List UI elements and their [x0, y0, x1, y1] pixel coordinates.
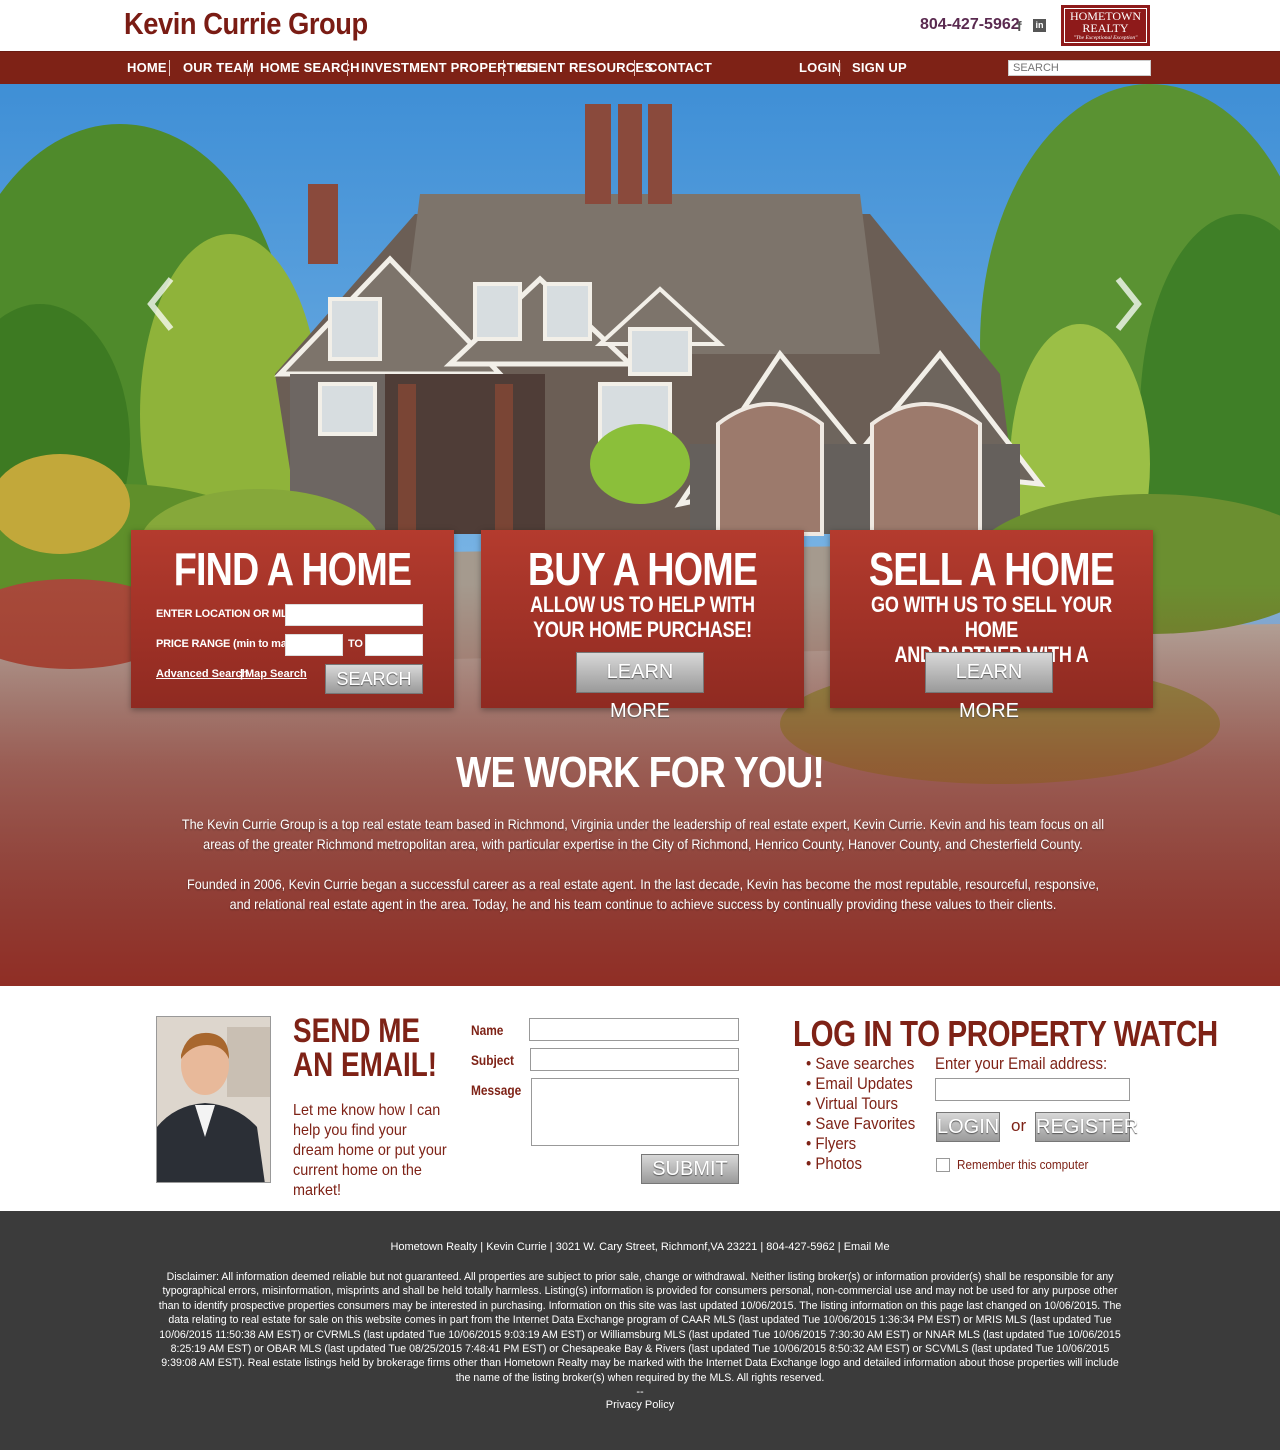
location-input[interactable] — [285, 604, 423, 626]
location-label: ENTER LOCATION OR MLS# — [156, 608, 301, 620]
nav-separator — [839, 60, 840, 76]
search-button[interactable]: SEARCH — [325, 664, 423, 694]
property-watch-login-button[interactable]: LOGIN — [936, 1112, 1000, 1142]
footer-dash: -- — [636, 1386, 644, 1398]
nav-home-search[interactable]: HOME SEARCH — [260, 60, 360, 75]
price-to-label: TO — [348, 638, 363, 650]
nav-separator — [347, 60, 348, 76]
about-paragraph-2: Founded in 2006, Kevin Currie began a su… — [187, 876, 1099, 912]
feature-item: • Flyers — [806, 1134, 857, 1153]
hero-slider: FIND A HOME ENTER LOCATION OR MLS# PRICE… — [0, 84, 1280, 986]
sell-learn-more-button[interactable]: LEARN MORE — [925, 652, 1053, 722]
link-separator: | — [240, 668, 243, 680]
logo-tagline: "The Exceptional Exception" — [1073, 35, 1138, 41]
feature-item: • Photos — [806, 1154, 862, 1173]
email-address-label: Enter your Email address: — [935, 1054, 1108, 1073]
submit-button[interactable]: SUBMIT — [641, 1154, 739, 1184]
nav-contact[interactable]: CONTACT — [648, 60, 712, 75]
feature-item: • Virtual Tours — [806, 1094, 899, 1113]
nav-home[interactable]: HOME — [127, 60, 167, 75]
we-work-for-you-heading: WE WORK FOR YOU! — [456, 748, 825, 797]
subject-input[interactable] — [530, 1048, 739, 1071]
site-search-input[interactable] — [1008, 60, 1151, 76]
nav-separator — [634, 60, 635, 76]
logo-line2: REALTY — [1082, 21, 1129, 35]
message-label: Message — [471, 1082, 522, 1098]
remember-computer-checkbox[interactable] — [936, 1158, 950, 1172]
sell-home-title: SELL A HOME — [868, 543, 1115, 595]
or-label: or — [1011, 1116, 1027, 1135]
property-watch-email-input[interactable] — [935, 1078, 1130, 1101]
privacy-policy-link[interactable]: Privacy Policy — [0, 1399, 1280, 1411]
footer-disclaimer: Disclaimer: All information deemed relia… — [158, 1271, 1122, 1384]
footer-contact-line[interactable]: Hometown Realty | Kevin Currie | 3021 W.… — [0, 1241, 1280, 1253]
facebook-icon[interactable]: f — [1017, 18, 1022, 34]
price-max-input[interactable] — [365, 634, 423, 656]
map-search-link[interactable]: Map Search — [245, 668, 307, 680]
find-home-title: FIND A HOME — [173, 543, 412, 595]
price-min-input[interactable] — [285, 634, 343, 656]
sell-home-line1: GO WITH US TO SELL YOUR HOME — [871, 592, 1112, 642]
advanced-search-link[interactable]: Advanced Search — [156, 668, 248, 680]
nav-our-team[interactable]: OUR TEAM — [183, 60, 254, 75]
send-email-text: Let me know how I can help you find your… — [293, 1102, 447, 1199]
property-watch-register-button[interactable]: REGISTER — [1035, 1112, 1138, 1142]
nav-separator — [503, 60, 504, 76]
nav-client-resources[interactable]: CLIENT RESOURCES — [517, 60, 653, 75]
brand-title[interactable]: Kevin Currie Group — [124, 6, 368, 42]
subject-label: Subject — [471, 1052, 514, 1068]
buy-home-line2: YOUR HOME PURCHASE! — [533, 617, 752, 642]
price-range-label: PRICE RANGE (min to max) — [156, 638, 297, 650]
buy-home-line1: ALLOW US TO HELP WITH — [530, 592, 755, 617]
name-label: Name — [471, 1022, 504, 1038]
main-nav: HOME OUR TEAM HOME SEARCH INVESTMENT PRO… — [0, 51, 1280, 84]
nav-signup[interactable]: SIGN UP — [852, 60, 907, 75]
nav-separator — [247, 60, 248, 76]
send-email-title-line1: SEND ME — [293, 1012, 421, 1050]
agent-photo — [156, 1016, 271, 1183]
find-home-box: FIND A HOME ENTER LOCATION OR MLS# PRICE… — [131, 530, 454, 708]
chevron-left-icon[interactable] — [143, 274, 183, 334]
feature-item: • Email Updates — [806, 1074, 913, 1093]
hometown-realty-logo[interactable]: HOMETOWN REALTY "The Exceptional Excepti… — [1061, 5, 1150, 46]
feature-item: • Save Favorites — [806, 1114, 916, 1133]
sell-home-box: SELL A HOME GO WITH US TO SELL YOUR HOME… — [830, 530, 1153, 722]
buy-home-box: BUY A HOME ALLOW US TO HELP WITH YOUR HO… — [481, 530, 804, 722]
about-paragraph-1: The Kevin Currie Group is a top real est… — [181, 816, 1105, 852]
site-header: Kevin Currie Group 804-427-5962 f in HOM… — [0, 0, 1280, 51]
nav-investment-properties[interactable]: INVESTMENT PROPERTIES — [361, 60, 536, 75]
nav-login[interactable]: LOGIN — [799, 60, 841, 75]
remember-computer-label: Remember this computer — [957, 1157, 1089, 1172]
buy-home-title: BUY A HOME — [527, 543, 758, 595]
name-input[interactable] — [529, 1018, 739, 1041]
buy-learn-more-button[interactable]: LEARN MORE — [576, 652, 704, 722]
chevron-right-icon[interactable] — [1106, 274, 1146, 334]
feature-item: • Save searches — [806, 1054, 915, 1073]
linkedin-icon[interactable]: in — [1033, 19, 1046, 32]
site-footer: Hometown Realty | Kevin Currie | 3021 W.… — [0, 1211, 1280, 1450]
message-textarea[interactable] — [531, 1078, 739, 1146]
header-phone[interactable]: 804-427-5962 — [920, 16, 1020, 34]
send-email-title: SEND ME AN EMAIL! — [293, 1014, 437, 1082]
send-email-title-line2: AN EMAIL! — [293, 1046, 438, 1084]
nav-separator — [169, 60, 170, 76]
property-watch-title: LOG IN TO PROPERTY WATCH — [793, 1013, 1218, 1054]
